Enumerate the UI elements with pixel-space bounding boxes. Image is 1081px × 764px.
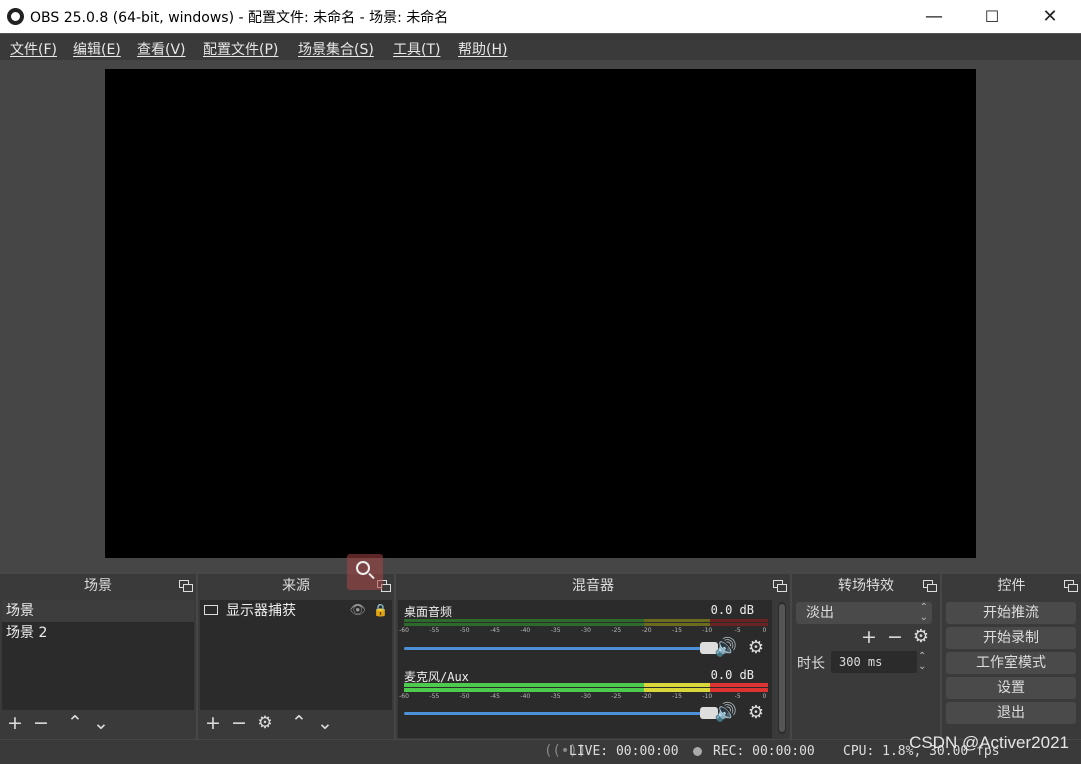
undock-icon[interactable]: [179, 580, 193, 592]
channel-db: 0.0 dB: [710, 668, 754, 682]
mixer-title: 混音器: [572, 578, 614, 594]
sources-list: 显示器捕获 👁 🔒: [200, 600, 392, 710]
add-transition-button[interactable]: +: [858, 627, 880, 647]
obs-logo-icon: [7, 8, 24, 25]
visibility-icon[interactable]: 👁: [349, 600, 366, 622]
channel-db: 0.0 dB: [710, 603, 754, 617]
speaker-icon[interactable]: 🔊: [714, 702, 738, 724]
sources-dock: 来源 显示器捕获 👁 🔒 + − ⚙ ⌃ ⌄: [198, 574, 394, 739]
transitions-dock: 转场特效 淡出 ⌃ ⌄ + − ⚙ 时长 300 ms ⌃ ⌄: [792, 574, 940, 739]
scenes-dock: 场景 场景 场景 2 + − ⌃ ⌄: [0, 574, 196, 739]
select-arrows-icon: ⌃ ⌄: [919, 602, 928, 623]
undock-icon[interactable]: [1064, 580, 1078, 592]
minimize-button[interactable]: —: [905, 0, 963, 33]
volume-slider[interactable]: [404, 707, 718, 719]
title-bar: OBS 25.0.8 (64-bit, windows) - 配置文件: 未命名…: [0, 0, 1081, 33]
volume-slider[interactable]: [404, 642, 718, 654]
move-up-button[interactable]: ⌃: [64, 713, 86, 733]
move-down-button[interactable]: ⌄: [90, 713, 112, 733]
source-properties-gear-icon[interactable]: ⚙: [254, 713, 276, 733]
audio-meter: [404, 683, 768, 687]
menu-bar: 文件(F) 编辑(E) 查看(V) 配置文件(P) 场景集合(S) 工具(T) …: [0, 33, 1081, 60]
add-scene-button[interactable]: +: [4, 713, 26, 733]
menu-tools[interactable]: 工具(T): [393, 39, 440, 59]
mixer-body: 桌面音频 0.0 dB -60 -55 -50 -45 -40 -35 -30 -25 -20-…: [398, 600, 772, 738]
remove-transition-button[interactable]: −: [884, 627, 906, 647]
duration-spin-icon[interactable]: ⌃ ⌄: [918, 652, 926, 672]
window-title: OBS 25.0.8 (64-bit, windows) - 配置文件: 未命名…: [30, 10, 449, 26]
scenes-toolbar: + − ⌃ ⌄: [4, 713, 112, 733]
menu-help[interactable]: 帮助(H): [458, 39, 507, 59]
mixer-scrollbar-thumb[interactable]: [779, 604, 785, 732]
record-dot-icon: [693, 747, 702, 756]
transition-properties-gear-icon[interactable]: ⚙: [910, 627, 932, 647]
duration-input[interactable]: 300 ms: [831, 651, 917, 673]
channel-name: 桌面音频: [404, 605, 453, 619]
transition-select-value: 淡出: [806, 605, 834, 621]
scene-item[interactable]: 场景 2: [2, 622, 194, 644]
search-overlay-icon[interactable]: [347, 554, 383, 590]
audio-meter: [404, 623, 768, 626]
source-item[interactable]: 显示器捕获 👁 🔒: [200, 600, 392, 622]
add-source-button[interactable]: +: [202, 713, 224, 733]
channel-settings-gear-icon[interactable]: ⚙: [744, 637, 768, 659]
transition-toolbar: + − ⚙: [858, 627, 932, 648]
exit-button[interactable]: 退出: [946, 702, 1076, 724]
remove-scene-button[interactable]: −: [30, 713, 52, 733]
scene-item[interactable]: 场景: [2, 600, 194, 622]
menu-file[interactable]: 文件(F): [10, 39, 57, 59]
close-button[interactable]: ✕: [1021, 0, 1079, 33]
rec-timer: REC: 00:00:00: [713, 744, 815, 759]
mixer-dock: 混音器 桌面音频 0.0 dB -60 -55 -50 -45 -40 -35 -30 -25…: [396, 574, 790, 739]
preview-canvas[interactable]: [105, 69, 976, 558]
controls-dock: 控件 开始推流 开始录制 工作室模式 设置 退出: [942, 574, 1081, 739]
duration-label: 时长: [797, 656, 825, 672]
start-streaming-button[interactable]: 开始推流: [946, 602, 1076, 624]
undock-icon[interactable]: [773, 580, 787, 592]
move-up-button[interactable]: ⌃: [288, 713, 310, 733]
transition-select[interactable]: 淡出 ⌃ ⌄: [796, 602, 932, 624]
channel-settings-gear-icon[interactable]: ⚙: [744, 702, 768, 724]
remove-source-button[interactable]: −: [228, 713, 250, 733]
controls-title: 控件: [997, 578, 1026, 594]
transitions-title: 转场特效: [838, 578, 894, 594]
studio-mode-button[interactable]: 工作室模式: [946, 652, 1076, 674]
menu-scene-collection[interactable]: 场景集合(S): [298, 39, 374, 59]
menu-profile[interactable]: 配置文件(P): [203, 39, 278, 59]
maximize-button[interactable]: ☐: [963, 0, 1021, 33]
start-recording-button[interactable]: 开始录制: [946, 627, 1076, 649]
undock-icon[interactable]: [923, 580, 937, 592]
source-label: 显示器捕获: [226, 603, 296, 619]
meter-ticks: -60 -55 -50 -45 -40 -35 -30 -25 -20 -15 -10 -5 0: [399, 693, 767, 700]
settings-button[interactable]: 设置: [946, 677, 1076, 699]
lock-icon[interactable]: 🔒: [373, 599, 388, 621]
menu-view[interactable]: 查看(V): [137, 39, 186, 59]
sources-toolbar: + − ⚙ ⌃ ⌄: [202, 713, 336, 733]
live-timer: LIVE: 00:00:00: [569, 744, 679, 759]
audio-meter: [404, 688, 768, 692]
menu-edit[interactable]: 编辑(E): [73, 39, 121, 59]
monitor-icon: [204, 605, 218, 615]
audio-meter: [404, 619, 768, 622]
speaker-icon[interactable]: 🔊: [714, 637, 738, 659]
scenes-title: 场景: [84, 578, 112, 594]
mixer-scrollbar[interactable]: [778, 602, 786, 734]
move-down-button[interactable]: ⌄: [314, 713, 336, 733]
scenes-list: 场景 场景 2: [2, 600, 194, 710]
meter-ticks: -60 -55 -50 -45 -40 -35 -30 -25 -20 -15 -10 -5 0: [399, 627, 767, 634]
watermark: CSDN @Activer2021: [909, 733, 1069, 752]
